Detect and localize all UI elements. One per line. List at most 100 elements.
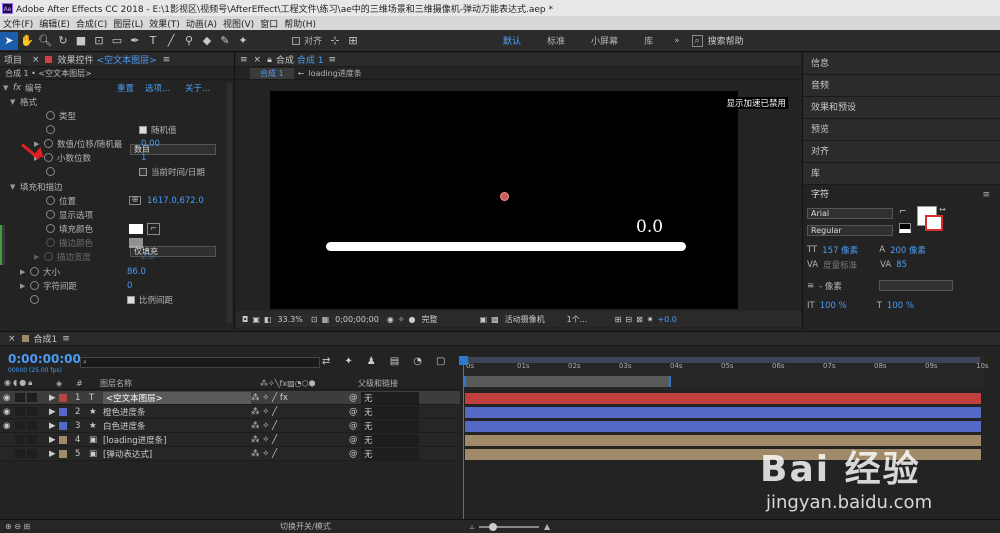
- menu-animation[interactable]: 动画(A): [183, 17, 220, 30]
- comp-tab-2[interactable]: loading进度条: [308, 68, 361, 79]
- menu-edit[interactable]: 编辑(E): [36, 17, 73, 30]
- eraser-tool-icon[interactable]: ◆: [198, 32, 216, 50]
- solo-box[interactable]: [15, 449, 25, 458]
- prop-size-value[interactable]: 86.0: [127, 267, 146, 277]
- reset-link[interactable]: 重置: [117, 82, 145, 94]
- brush-tool-icon[interactable]: ╱: [162, 32, 180, 50]
- pick-whip-icon[interactable]: @: [349, 407, 361, 417]
- visibility-eye-icon[interactable]: ◉: [3, 407, 15, 417]
- layer-duration-bar[interactable]: [465, 393, 981, 404]
- roto-brush-tool-icon[interactable]: ✎: [216, 32, 234, 50]
- panel-menu-icon[interactable]: ≡: [163, 55, 171, 65]
- footer-icons-left[interactable]: ⊕ ⊖ ⊞: [5, 522, 280, 531]
- counter-text[interactable]: 0.0: [636, 217, 663, 237]
- menu-layer[interactable]: 图层(L): [110, 17, 146, 30]
- shy-layers-icon[interactable]: ♟: [367, 356, 376, 367]
- panel-close-icon[interactable]: ×: [254, 55, 262, 65]
- roi-icon[interactable]: ▣: [480, 315, 488, 324]
- solo-box[interactable]: [15, 421, 25, 430]
- pen-tool-icon[interactable]: ✒: [126, 32, 144, 50]
- group-fill-stroke[interactable]: ▼ 填充和描边: [10, 180, 63, 193]
- fx-icon[interactable]: fx: [13, 83, 21, 93]
- timeline-icon[interactable]: ⊟: [625, 315, 632, 324]
- hand-tool-icon[interactable]: ✋: [18, 32, 36, 50]
- solo-box[interactable]: [15, 435, 25, 444]
- zoom-slider[interactable]: [479, 522, 540, 531]
- menu-window[interactable]: 窗口: [257, 17, 281, 30]
- effects-presets-panel[interactable]: 效果和预设: [803, 97, 1000, 119]
- views-dropdown[interactable]: 1个...: [567, 314, 615, 325]
- snapshot-icon[interactable]: ◉: [387, 315, 394, 324]
- progress-bar-track[interactable]: [326, 242, 686, 251]
- rectangle-tool-icon[interactable]: ▭: [108, 32, 126, 50]
- layer-name[interactable]: 白色进度条: [103, 420, 251, 432]
- visibility-eye-icon[interactable]: ◉: [3, 421, 15, 431]
- graph-editor-icon[interactable]: ▢: [436, 356, 445, 367]
- layer-switches[interactable]: ⁂ ✧ ╱: [251, 435, 349, 445]
- label-color-swatch[interactable]: [59, 407, 67, 416]
- pick-whip-icon[interactable]: @: [349, 449, 361, 459]
- expand-arrow-icon[interactable]: ▶: [49, 435, 59, 445]
- composition-name[interactable]: 合成 1: [297, 53, 324, 66]
- flowchart-icon[interactable]: ⊞: [615, 315, 622, 324]
- zoom-in-icon[interactable]: ▲: [544, 522, 550, 531]
- prop-position-value[interactable]: 1617.0,672.0: [147, 196, 204, 206]
- stopwatch-icon[interactable]: [46, 210, 55, 219]
- playhead-handle[interactable]: [459, 356, 468, 365]
- current-time-checkbox[interactable]: [139, 167, 147, 176]
- menu-composition[interactable]: 合成(C): [73, 17, 110, 30]
- menu-effect[interactable]: 效果(T): [146, 17, 183, 30]
- parent-dropdown[interactable]: 无: [361, 433, 419, 446]
- transparency-grid-icon[interactable]: ▩: [491, 315, 499, 324]
- prop-value-value[interactable]: 0.00: [141, 139, 160, 149]
- group-format[interactable]: ▼ 格式: [10, 95, 37, 108]
- expand-arrow-icon[interactable]: ▶: [49, 421, 59, 431]
- magnify-icon[interactable]: ◘: [242, 315, 248, 324]
- anchor-point-icon[interactable]: [500, 192, 509, 201]
- color-channel-icon[interactable]: ●: [409, 315, 416, 324]
- current-timecode[interactable]: 0:00:00:00: [8, 352, 81, 366]
- search-help-icon[interactable]: ⌕: [691, 34, 703, 47]
- effect-controls-layer[interactable]: <空文本图层>: [97, 53, 157, 66]
- selection-tool-icon[interactable]: ➤: [0, 31, 18, 50]
- label-color-swatch[interactable]: [59, 393, 67, 402]
- effect-controls-title[interactable]: 效果控件: [58, 53, 94, 66]
- zoom-out-icon[interactable]: ▵: [470, 522, 474, 531]
- table-row[interactable]: ▶ 5 ▣ [弹动表达式] ⁂ ✧ ╱ @ 无: [0, 447, 460, 461]
- layer-switches[interactable]: ⁂ ✧ ╱: [251, 421, 349, 431]
- expand-arrow-icon[interactable]: ▶: [49, 407, 59, 417]
- project-tab[interactable]: 项目: [4, 53, 32, 66]
- 3d-icon[interactable]: ⊠: [636, 315, 643, 324]
- parent-dropdown[interactable]: 无: [361, 419, 419, 432]
- stroke-color-box[interactable]: [925, 215, 943, 231]
- rotate-tool-icon[interactable]: ↻: [54, 32, 72, 50]
- prop-decimals-value[interactable]: 1: [141, 153, 146, 163]
- label-color-swatch[interactable]: [59, 435, 67, 444]
- stopwatch-icon[interactable]: [46, 238, 55, 247]
- snap-options-icon[interactable]: ⊹: [326, 32, 344, 50]
- menu-help[interactable]: 帮助(H): [281, 17, 319, 30]
- black-color-swatch[interactable]: [899, 223, 911, 233]
- draft-3d-icon[interactable]: ✦: [344, 356, 352, 367]
- layer-duration-bar[interactable]: [465, 421, 981, 432]
- align-panel[interactable]: 对齐: [803, 141, 1000, 163]
- visibility-eye-icon[interactable]: ◉: [3, 393, 15, 403]
- grid-icon[interactable]: ▣: [252, 315, 260, 324]
- layer-search-input[interactable]: ⌕: [80, 357, 320, 368]
- show-snapshot-icon[interactable]: ✧: [398, 315, 405, 324]
- lock-box[interactable]: [27, 421, 37, 430]
- about-link[interactable]: 关于...: [185, 82, 210, 94]
- options-link[interactable]: 选项...: [145, 82, 185, 94]
- audio-panel[interactable]: 音频: [803, 75, 1000, 97]
- work-area-range[interactable]: [464, 376, 671, 387]
- zoom-level[interactable]: 33.3%: [277, 315, 302, 324]
- leading-value[interactable]: 200 像素: [890, 244, 926, 256]
- eyedropper-icon[interactable]: ⌐: [899, 207, 907, 217]
- panel-close-icon[interactable]: ×: [32, 55, 40, 65]
- panel-menu-icon[interactable]: ≡: [982, 185, 990, 205]
- zoom-tool-icon[interactable]: 🔍︎: [36, 32, 54, 50]
- stopwatch-icon[interactable]: [46, 111, 55, 120]
- label-color-swatch[interactable]: [59, 449, 67, 458]
- horizontal-scale-value[interactable]: 100 %: [887, 301, 914, 311]
- table-row[interactable]: ◉ ▶ 3 ★ 白色进度条 ⁂ ✧ ╱ @ 无: [0, 419, 460, 433]
